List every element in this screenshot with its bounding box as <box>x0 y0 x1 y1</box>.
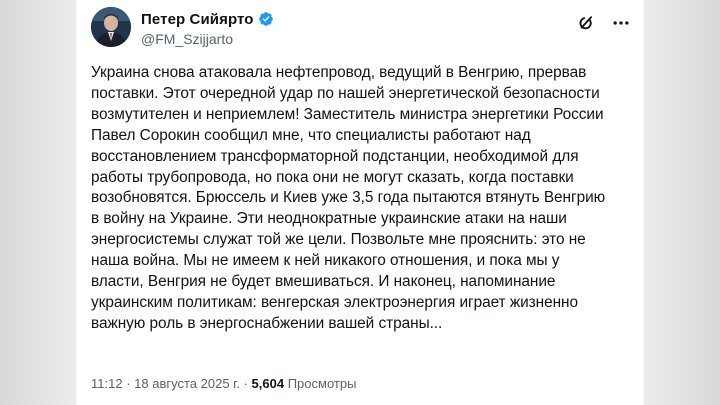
grok-button[interactable] <box>577 13 597 33</box>
screen: Петер Сийярто @FM_Szijjarto Украина снов… <box>0 0 720 405</box>
author-handle[interactable]: @FM_Szijjarto <box>141 31 274 47</box>
author-block: Петер Сийярто @FM_Szijjarto <box>141 10 274 47</box>
author-display-name[interactable]: Петер Сийярто <box>141 11 254 28</box>
tweet-text-line: в войну на Украине. Эти неоднократные ук… <box>91 210 567 228</box>
tweet-text: Украина снова атаковала нефтепровод, вед… <box>91 63 625 335</box>
tweet-text-line: возмутителен и неприемлем! Заместитель м… <box>91 105 604 123</box>
tweet-card: Петер Сийярто @FM_Szijjarto Украина снов… <box>77 0 643 405</box>
tweet-text-line: Павел Сорокин сообщил мне, что специалис… <box>91 126 531 144</box>
more-icon <box>613 21 629 25</box>
avatar[interactable] <box>91 7 131 47</box>
tweet-text-line: Украина снова атаковала нефтепровод, вед… <box>91 64 587 81</box>
tweet-text-line: поставки. Этот очередной удар по нашей э… <box>91 84 600 102</box>
tweet-text-line: украинским политикам: венгерская электро… <box>91 293 579 311</box>
tweet-date[interactable]: 18 августа 2025 г. <box>134 376 240 391</box>
tweet-text-line: власти, Венгрия не будет вмешиваться. И … <box>91 273 556 291</box>
tweet-time[interactable]: 11:12 <box>91 376 123 391</box>
verified-badge-icon <box>258 11 274 27</box>
grok-icon <box>579 16 593 30</box>
views-count: 5,604 <box>251 376 285 391</box>
tweet-text-line: энергосистемы служат той же цели. Позвол… <box>91 231 586 249</box>
tweet-text-line: важную роль в энергоснабжении вашей стра… <box>91 314 443 332</box>
tweet-text-line: работы трубопровода, но пока они не могу… <box>91 168 574 186</box>
tweet-text-line: восстановлением трансформаторной подстан… <box>91 147 579 165</box>
tweet-header: Петер Сийярто @FM_Szijjarto <box>91 7 631 49</box>
meta-separator: · <box>243 376 248 391</box>
author-name-row: Петер Сийярто <box>141 10 274 28</box>
tweet-text-line: наша война. Мы не имеем к ней никакого о… <box>91 252 560 270</box>
meta-separator: · <box>126 376 131 391</box>
tweet-text-line: возобновятся. Брюссель и Киев уже 3,5 го… <box>91 189 606 207</box>
profile-photo-icon <box>91 7 131 47</box>
header-actions <box>577 13 631 33</box>
views-label: Просмотры <box>287 376 357 391</box>
tweet-meta: 11:12 · 18 августа 2025 г. · 5,604 Просм… <box>91 376 356 391</box>
more-button[interactable] <box>611 13 631 33</box>
